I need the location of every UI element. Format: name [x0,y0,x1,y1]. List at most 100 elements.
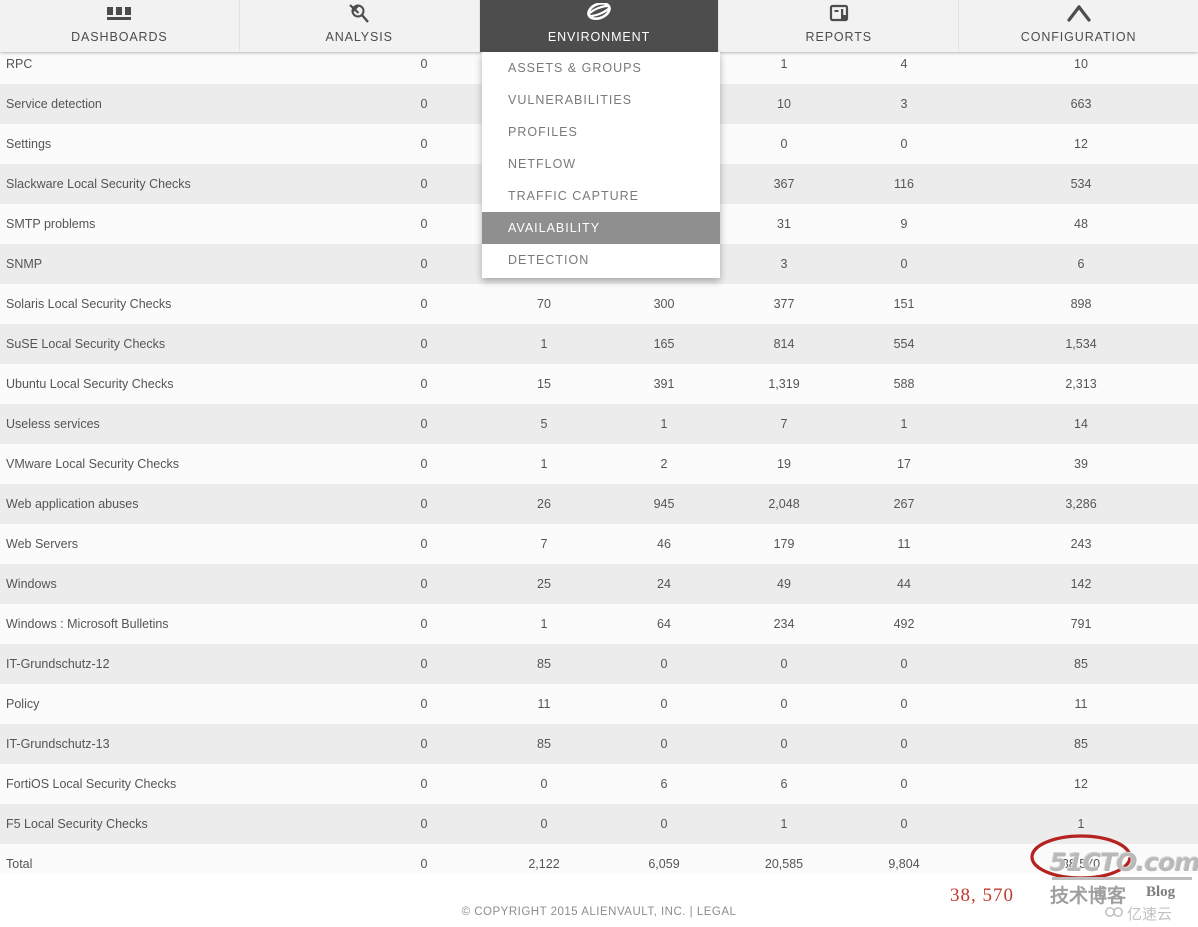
row-family-name: SuSE Local Security Checks [6,337,166,351]
row-value-cell: 0 [900,137,908,151]
table-row[interactable]: IT-Grundschutz-12 0 85 0 0 0 85 [0,644,1198,684]
copyright-text: © COPYRIGHT 2015 ALIENVAULT, INC. | LEGA… [0,906,1198,918]
row-value-cell: 85 [1074,657,1088,671]
row-value-cell: 1,534 [1065,337,1097,351]
row-value-cell: 588 [893,377,915,391]
row-value-cell: 10 [777,97,791,111]
copyright-label: © COPYRIGHT 2015 ALIENVAULT, INC. | [461,906,697,918]
row-value-cell: 554 [893,337,915,351]
row-value-cell: 0 [660,737,668,751]
row-value-cell: 39 [1074,457,1088,471]
legal-link[interactable]: LEGAL [697,906,737,918]
nav-tab-environment[interactable]: ENVIRONMENT [479,0,720,52]
table-row[interactable]: Useless services 0 5 1 7 1 14 [0,404,1198,444]
row-value-cell: 0 [420,217,428,231]
row-value-cell: 64 [657,617,671,631]
row-value-cell: 267 [893,497,915,511]
nav-tab-reports[interactable]: REPORTS [719,0,960,52]
row-family-name: Windows [6,577,57,591]
dropdown-item-traffic-capture[interactable]: TRAFFIC CAPTURE [482,180,720,212]
row-value-cell: 11 [897,537,911,551]
row-family-name: Policy [6,697,40,711]
row-family-name: FortiOS Local Security Checks [6,777,177,791]
annotated-total-value: 38, 570 [950,885,1014,906]
row-value-cell: 0 [420,657,428,671]
row-value-cell: 142 [1070,577,1092,591]
row-value-cell: 0 [420,377,428,391]
nav-tab-configuration[interactable]: CONFIGURATION [959,0,1198,52]
table-row[interactable]: VMware Local Security Checks 0 1 2 19 17 39 [0,444,1198,484]
row-value-cell: 0 [420,457,428,471]
magnifier-icon [346,2,372,26]
row-value-cell: 0 [420,417,428,431]
row-value-cell: 0 [900,697,908,711]
row-value-cell: 0 [780,697,788,711]
row-value-cell: 5 [540,417,548,431]
row-value-cell: 11 [1074,697,1088,711]
watermark-cloud-label: 亿速云 [1127,906,1173,923]
row-value-cell: 70 [537,297,551,311]
table-row[interactable]: Windows : Microsoft Bulletins 0 1 64 234 492 7… [0,604,1198,644]
page-footer: © COPYRIGHT 2015 ALIENVAULT, INC. | LEGA… [0,874,1198,927]
row-value-cell: 179 [773,537,795,551]
nav-tab-label: DASHBOARDS [71,30,168,44]
row-value-cell: 0 [420,617,428,631]
row-value-cell: 3 [900,97,908,111]
row-value-cell: 6,059 [648,857,680,871]
row-value-cell: 24 [657,577,671,591]
row-value-cell: 6 [780,777,788,791]
row-value-cell: 0 [540,817,548,831]
row-family-name: Total [6,857,33,871]
row-value-cell: 1 [900,417,908,431]
row-value-cell: 3 [780,257,788,271]
row-family-name: Windows : Microsoft Bulletins [6,617,169,631]
nav-tab-analysis[interactable]: ANALYSIS [239,0,480,52]
table-row[interactable]: Web Servers 0 7 46 179 11 243 [0,524,1198,564]
row-value-cell: 0 [900,657,908,671]
watermark-51cto: 51CTO.com [1050,848,1198,877]
row-value-cell: 1 [1077,817,1085,831]
table-row[interactable]: Policy 0 11 0 0 0 11 [0,684,1198,724]
row-value-cell: 0 [420,777,428,791]
row-value-cell: 1 [780,817,788,831]
row-family-name: Slackware Local Security Checks [6,177,191,191]
row-value-cell: 0 [780,737,788,751]
row-value-cell: 9,804 [888,857,920,871]
row-value-cell: 0 [660,657,668,671]
row-value-cell: 49 [777,577,791,591]
table-row[interactable]: F5 Local Security Checks 0 0 0 1 0 1 [0,804,1198,844]
dropdown-item-label: TRAFFIC CAPTURE [508,189,639,203]
dropdown-item-detection[interactable]: DETECTION [482,244,720,276]
dropdown-item-netflow[interactable]: NETFLOW [482,148,720,180]
row-value-cell: 0 [540,777,548,791]
dropdown-item-assets-groups[interactable]: ASSETS & GROUPS [482,52,720,84]
nav-tab-label: REPORTS [805,30,873,44]
table-row[interactable]: Windows 0 25 24 49 44 142 [0,564,1198,604]
row-value-cell: 85 [537,737,551,751]
table-total-row[interactable]: Total 0 2,122 6,059 20,585 9,804 38,570 [0,844,1198,874]
nav-tab-dashboards[interactable]: DASHBOARDS [0,0,240,52]
table-row[interactable]: FortiOS Local Security Checks 0 0 6 6 0 12 [0,764,1198,804]
table-row[interactable]: Solaris Local Security Checks 0 70 300 377 15… [0,284,1198,324]
row-value-cell: 0 [420,857,428,871]
table-row[interactable]: Ubuntu Local Security Checks 0 15 391 1,319 5… [0,364,1198,404]
row-value-cell: 0 [660,817,668,831]
wrench-icon [1065,2,1093,26]
row-value-cell: 1,319 [768,377,800,391]
row-value-cell: 898 [1070,297,1092,311]
row-value-cell: 26 [537,497,551,511]
table-row[interactable]: Web application abuses 0 26 945 2,048 267 3,28… [0,484,1198,524]
dropdown-item-vulnerabilities[interactable]: VULNERABILITIES [482,84,720,116]
row-value-cell: 0 [660,697,668,711]
table-row[interactable]: SuSE Local Security Checks 0 1 165 814 554 1,5… [0,324,1198,364]
report-icon [827,2,851,26]
row-value-cell: 0 [420,537,428,551]
dropdown-item-profiles[interactable]: PROFILES [482,116,720,148]
table-row[interactable]: IT-Grundschutz-13 0 85 0 0 0 85 [0,724,1198,764]
environment-dropdown-menu: ASSETS & GROUPS VULNERABILITIES PROFILES… [482,52,720,278]
dropdown-item-availability[interactable]: AVAILABILITY [482,212,720,244]
row-value-cell: 25 [537,577,551,591]
row-value-cell: 0 [900,737,908,751]
row-family-name: IT-Grundschutz-12 [6,657,110,671]
row-value-cell: 377 [773,297,795,311]
